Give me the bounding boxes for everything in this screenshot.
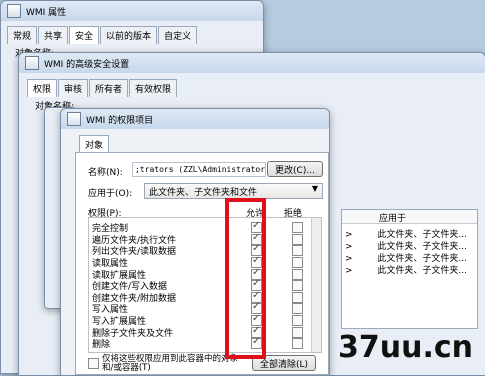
apply-to-value: 此文件夹、子文件夹和文件: [149, 188, 258, 198]
permission-row: 写入属性: [89, 301, 311, 315]
window-titlebar[interactable]: WMI 属性: [1, 1, 263, 21]
permission-row: 读取扩展属性: [89, 267, 311, 281]
permission-entry-window: WMI 的权限项目 对象 名称(N): ;trators (ZZL\Admini…: [60, 108, 330, 376]
deny-checkbox[interactable]: [292, 315, 303, 327]
chevron-down-icon: ▼: [311, 184, 318, 193]
permission-row: 创建文件/写入数据: [89, 278, 311, 292]
apply-to-dropdown[interactable]: 此文件夹、子文件夹和文件 ▼: [144, 183, 323, 199]
permissions-list[interactable]: 完全控制遍历文件夹/执行文件列出文件夹/读取数据读取属性读取扩展属性创建文件/写…: [88, 217, 322, 353]
deny-checkbox[interactable]: [292, 268, 303, 280]
permission-name: 删除: [92, 340, 111, 351]
deny-checkbox[interactable]: [292, 222, 303, 234]
object-tab-panel: 名称(N): ;trators (ZZL\Administrators) 更改(…: [75, 152, 329, 375]
shield-icon: [25, 56, 39, 70]
tab-owner[interactable]: 所有者: [89, 79, 129, 97]
deny-checkbox[interactable]: [292, 233, 303, 245]
permission-row: 读取属性: [89, 255, 311, 269]
apply-to-container-checkbox[interactable]: [88, 358, 99, 369]
tab-sharing[interactable]: 共享: [38, 26, 69, 44]
deny-checkbox[interactable]: [292, 245, 303, 257]
permission-row: 完全控制: [89, 220, 311, 234]
folder-icon: [7, 4, 21, 18]
permission-row: 删除: [89, 336, 311, 351]
window-title: WMI 属性: [26, 7, 67, 18]
window-title: WMI 的权限项目: [86, 115, 154, 126]
apply-to-label: 应用于(O):: [88, 189, 133, 199]
name-field[interactable]: ;trators (ZZL\Administrators): [132, 162, 266, 177]
shield-icon: [67, 112, 81, 126]
tab-strip: 权限 审核 所有者 有效权限: [27, 79, 178, 97]
deny-checkbox[interactable]: [292, 280, 303, 292]
tab-general[interactable]: 常规: [7, 26, 38, 44]
window-titlebar[interactable]: WMI 的权限项目: [61, 109, 329, 129]
vertical-scrollbar[interactable]: [311, 218, 321, 352]
tab-object[interactable]: 对象: [79, 135, 110, 153]
deny-checkbox[interactable]: [292, 303, 303, 315]
permission-entries-list[interactable]: 应用于 > 此文件夹、子文件夹... > 此文件夹、子文件夹... > 此文件夹…: [341, 209, 478, 329]
permission-row: 删除子文件夹及文件: [89, 325, 311, 339]
column-header-apply-to: 应用于: [379, 214, 407, 224]
permission-row: 写入扩展属性: [89, 313, 311, 327]
tab-effective-permissions[interactable]: 有效权限: [129, 79, 178, 97]
window-title: WMI 的高级安全设置: [44, 59, 130, 70]
tab-security[interactable]: 安全: [69, 26, 100, 44]
permission-row: 遍历文件夹/执行文件: [89, 232, 311, 246]
name-label: 名称(N):: [88, 168, 123, 178]
permission-row: 创建文件夹/附加数据: [89, 290, 311, 304]
tab-strip: 对象: [79, 135, 110, 153]
list-header: 应用于: [342, 210, 477, 224]
apply-to-container-label: 仅将这些权限应用到此容器中的对象和/或容器(T): [102, 354, 239, 373]
allow-column-highlight: [225, 198, 266, 359]
deny-checkbox[interactable]: [292, 326, 303, 338]
site-watermark: 37uu.cn: [338, 330, 473, 365]
list-item[interactable]: > 此文件夹、子文件夹...: [345, 263, 467, 276]
change-button[interactable]: 更改(C)...: [267, 161, 323, 177]
permission-row: 列出文件夹/读取数据: [89, 243, 311, 257]
tab-strip: 常规 共享 安全 以前的版本 自定义: [7, 26, 198, 44]
deny-checkbox[interactable]: [292, 257, 303, 269]
tab-auditing[interactable]: 审核: [58, 79, 89, 97]
permissions-rows: 完全控制遍历文件夹/执行文件列出文件夹/读取数据读取属性读取扩展属性创建文件/写…: [89, 218, 309, 352]
tab-permissions[interactable]: 权限: [27, 79, 58, 97]
deny-checkbox[interactable]: [292, 338, 303, 350]
tab-customize[interactable]: 自定义: [158, 26, 198, 44]
deny-checkbox[interactable]: [292, 291, 303, 303]
tab-previous-versions[interactable]: 以前的版本: [100, 26, 158, 44]
window-titlebar[interactable]: WMI 的高级安全设置: [19, 53, 485, 73]
